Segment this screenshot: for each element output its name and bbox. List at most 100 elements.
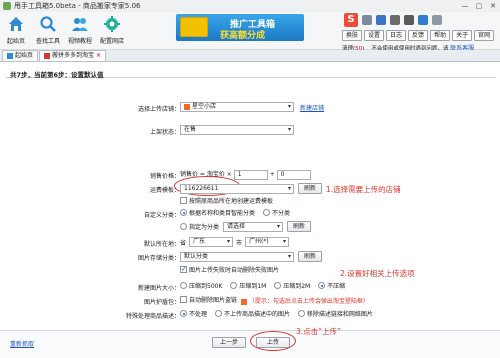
toolbar-video-tutorial[interactable]: 视频教程 (66, 14, 94, 45)
radio[interactable] (230, 282, 238, 289)
keyboard-icon[interactable] (376, 15, 386, 25)
toolbar-start-page[interactable]: 起始页 (2, 14, 30, 45)
radio[interactable] (262, 209, 270, 216)
close-window-button[interactable]: ✕ (486, 1, 500, 11)
toolbar-label: 查找工具 (35, 38, 60, 45)
radio[interactable] (214, 310, 222, 317)
radio[interactable] (180, 223, 187, 230)
smart-category-option[interactable]: 根据名称和类目智能分类 (180, 208, 255, 217)
s-logo-icon[interactable]: S (344, 13, 358, 27)
delete-failed-images-option[interactable]: 图片上传失败时自动删除失败图片 (180, 265, 279, 274)
upload-icon[interactable] (390, 15, 400, 25)
feedback-button[interactable]: 反馈 (408, 30, 429, 41)
skin-button[interactable]: 换肤 (342, 30, 363, 41)
tab-start-page[interactable]: 起始页 (2, 50, 39, 61)
radio[interactable] (297, 310, 305, 317)
tab-pdd-to-taobao[interactable]: 搬拼多多到淘宝 × (39, 50, 107, 61)
shipping-check-control: 按照原商品所在地创建运费模板 (180, 196, 279, 206)
window-title: 甩手工具箱5.0beta - 商品搬家专家5.06 (14, 2, 141, 10)
no-category-option[interactable]: 不分类 (262, 208, 290, 217)
toolbar-find-tools[interactable]: 查找工具 (34, 14, 62, 45)
checkbox[interactable] (180, 197, 187, 204)
row-shipping-check: 按照原商品所在地创建运费模板 (0, 196, 500, 208)
more-icon[interactable] (432, 15, 442, 25)
origin-template-option[interactable]: 按照原商品所在地创建运费模板 (180, 196, 273, 205)
help-button[interactable]: 帮助 (430, 30, 451, 41)
radio[interactable] (180, 209, 187, 216)
remove-links-option[interactable]: 移除描述链接和网络图片 (297, 309, 373, 318)
taobao-icon (184, 103, 190, 110)
city-select[interactable]: 广州(*) (245, 237, 290, 247)
protect-tip: （提示：勾选后点击上传会弹出淘宝登陆框） (248, 298, 369, 305)
no-process-option[interactable]: 不处理 (180, 309, 207, 318)
about-button[interactable]: 关于 (452, 30, 473, 41)
shelf-select[interactable]: 在售 (180, 125, 294, 135)
category-select[interactable]: 请选择 (223, 221, 284, 232)
settings-button[interactable]: 设置 (364, 30, 385, 41)
no-desc-images-option[interactable]: 不上传商品描述中的图片 (214, 309, 290, 318)
maximize-button[interactable]: ▢ (472, 1, 486, 11)
toolbar-configure-store[interactable]: 配置网店 (98, 14, 126, 45)
shipping-select[interactable]: 116226611 (180, 183, 294, 194)
shipping-control: 116226611 刷新 (180, 183, 323, 194)
promo-banner[interactable]: 推广工具箱 获高额分成 (176, 14, 304, 41)
tab-label: 起始页 (15, 52, 34, 59)
category-specified-control: 指定为分类 请选择 刷新 (180, 221, 312, 232)
warning-icon (240, 298, 247, 305)
log-button[interactable]: 日志 (386, 30, 407, 41)
radio[interactable] (274, 282, 282, 289)
province-select[interactable]: 广东 (189, 237, 234, 247)
home-icon (6, 14, 26, 34)
compress-2m-option[interactable]: 压缩到2M (274, 281, 310, 290)
category-refresh-button[interactable]: 刷新 (287, 221, 312, 232)
location-control: 省 广东 市 广州(*) (180, 237, 290, 247)
row-special-description: 特殊处理商品描述： 不处理 不上传商品描述中的图片 移除描述链接和网络图片 (0, 309, 500, 321)
mainimg-label: 新建图片大小： (137, 285, 180, 292)
store-value: 星空小店 (192, 103, 217, 110)
search-icon (38, 14, 58, 34)
shipping-refresh-button[interactable]: 刷新 (298, 183, 323, 194)
imgcat-label: 图片存储分类： (137, 255, 180, 262)
store-select[interactable]: 星空小店 (180, 102, 294, 112)
prev-step-button[interactable]: 上一步 (212, 337, 246, 348)
mainimg-control: 压缩到500K 压缩到1M 压缩到2M 不压缩 (180, 281, 351, 291)
store-label: 选择上传店铺： (137, 106, 180, 113)
radio[interactable] (318, 282, 326, 289)
toolbar-label: 起始页 (6, 38, 25, 45)
specified-category-option[interactable]: 指定为分类 (180, 222, 219, 231)
imgcat-select[interactable]: 默认分类 (180, 251, 294, 262)
user-group-icon (70, 14, 90, 34)
compress-500k-option[interactable]: 压缩到500K (180, 281, 222, 290)
remove-hotlink-option[interactable]: 自动删除图片盗链 (180, 295, 237, 304)
option-label: 图片上传失败时自动删除失败图片 (189, 267, 280, 274)
radio[interactable] (180, 310, 187, 317)
minimize-button[interactable]: — (458, 1, 472, 11)
banner-line2: 获高额分成 (220, 31, 266, 41)
window-controls: — ▢ ✕ (458, 1, 500, 11)
close-tab-icon[interactable]: × (96, 51, 101, 61)
price-multiplier-input[interactable]: 1 (233, 170, 268, 180)
imgcat-refresh-button[interactable]: 刷新 (298, 251, 323, 262)
price-add-input[interactable]: 0 (276, 170, 311, 180)
main-toolbar: 起始页 查找工具 视频教程 配置网店 推广工具箱 获高额分成 S 换肤 设置 日… (0, 12, 500, 52)
special-label: 特殊处理商品描述： (125, 313, 180, 320)
toolbar-label: 配置网店 (99, 38, 124, 45)
category-label: 自定义分类： (143, 212, 180, 219)
city-label: 市 (236, 239, 243, 247)
compress-1m-option[interactable]: 压缩到1M (230, 281, 266, 290)
option-label: 移除描述链接和网络图片 (306, 311, 373, 318)
checkbox[interactable] (180, 265, 187, 273)
lock-icon[interactable] (404, 15, 414, 25)
website-button[interactable]: 官网 (474, 30, 495, 41)
tab-label: 搬拼多多到淘宝 (52, 52, 95, 59)
no-compress-option[interactable]: 不压缩 (318, 281, 345, 290)
checkbox[interactable] (180, 296, 187, 303)
shirt-icon[interactable] (362, 15, 372, 25)
radio[interactable] (180, 282, 187, 289)
option-label: 压缩到500K (189, 283, 223, 290)
image-delete-control: 图片上传失败时自动删除失败图片 (180, 265, 285, 275)
new-store-link[interactable]: 新建店铺 (300, 103, 324, 112)
pdd-icon (44, 53, 51, 59)
grid-icon[interactable] (418, 15, 428, 25)
recapture-link[interactable]: 重新抓取 (10, 339, 34, 348)
